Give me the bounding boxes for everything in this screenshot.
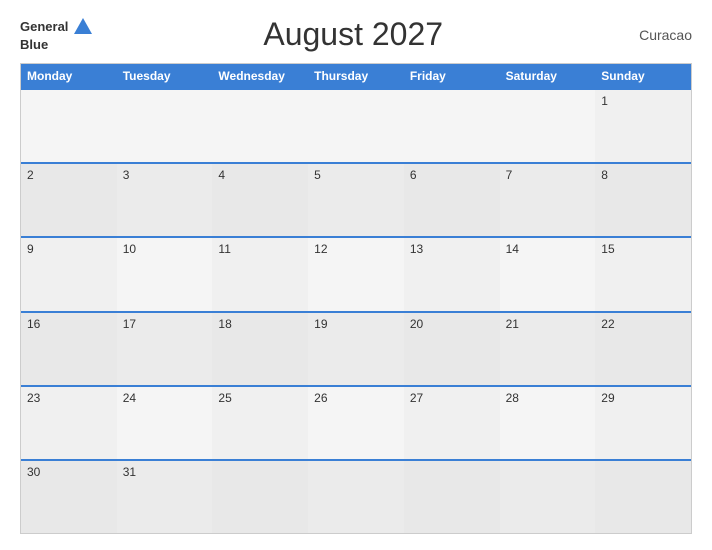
calendar-day-3-2: 10 — [117, 238, 213, 310]
calendar-day-6-3 — [212, 461, 308, 533]
calendar-day-4-3: 18 — [212, 313, 308, 385]
calendar-day-2-6: 7 — [500, 164, 596, 236]
calendar-day-5-7: 29 — [595, 387, 691, 459]
calendar-day-6-4 — [308, 461, 404, 533]
month-title: August 2027 — [94, 16, 612, 53]
calendar-day-1-5 — [404, 90, 500, 162]
header-sunday: Sunday — [595, 64, 691, 88]
calendar-day-2-5: 6 — [404, 164, 500, 236]
calendar-week-4: 16171819202122 — [21, 311, 691, 385]
logo: General B lue — [20, 16, 94, 52]
logo-general: General — [20, 20, 68, 34]
calendar-day-3-7: 15 — [595, 238, 691, 310]
calendar-day-5-5: 27 — [404, 387, 500, 459]
calendar-week-3: 9101112131415 — [21, 236, 691, 310]
calendar-day-5-3: 25 — [212, 387, 308, 459]
calendar-day-1-2 — [117, 90, 213, 162]
calendar-day-6-7 — [595, 461, 691, 533]
calendar-day-4-4: 19 — [308, 313, 404, 385]
calendar-day-6-5 — [404, 461, 500, 533]
header-tuesday: Tuesday — [117, 64, 213, 88]
calendar-day-2-2: 3 — [117, 164, 213, 236]
calendar-body: 1234567891011121314151617181920212223242… — [21, 88, 691, 533]
calendar-day-3-6: 14 — [500, 238, 596, 310]
calendar-day-3-5: 13 — [404, 238, 500, 310]
header-wednesday: Wednesday — [212, 64, 308, 88]
calendar-header: General B lue August 2027 Curacao — [20, 16, 692, 53]
calendar-day-4-6: 21 — [500, 313, 596, 385]
calendar-day-4-5: 20 — [404, 313, 500, 385]
calendar-day-1-4 — [308, 90, 404, 162]
calendar-day-2-4: 5 — [308, 164, 404, 236]
header-thursday: Thursday — [308, 64, 404, 88]
calendar-day-1-1 — [21, 90, 117, 162]
calendar-week-6: 3031 — [21, 459, 691, 533]
calendar-day-2-3: 4 — [212, 164, 308, 236]
calendar-week-1: 1 — [21, 88, 691, 162]
calendar-day-1-3 — [212, 90, 308, 162]
calendar: Monday Tuesday Wednesday Thursday Friday… — [20, 63, 692, 534]
calendar-day-6-6 — [500, 461, 596, 533]
header-monday: Monday — [21, 64, 117, 88]
logo-lue: lue — [29, 38, 48, 52]
calendar-day-6-2: 31 — [117, 461, 213, 533]
header-saturday: Saturday — [500, 64, 596, 88]
logo-icon — [72, 16, 94, 38]
logo-b: B — [20, 38, 29, 52]
calendar-day-5-2: 24 — [117, 387, 213, 459]
calendar-day-3-1: 9 — [21, 238, 117, 310]
calendar-day-3-4: 12 — [308, 238, 404, 310]
header-friday: Friday — [404, 64, 500, 88]
calendar-day-1-7: 1 — [595, 90, 691, 162]
calendar-day-3-3: 11 — [212, 238, 308, 310]
calendar-week-5: 23242526272829 — [21, 385, 691, 459]
calendar-days-header: Monday Tuesday Wednesday Thursday Friday… — [21, 64, 691, 88]
calendar-day-2-1: 2 — [21, 164, 117, 236]
calendar-day-1-6 — [500, 90, 596, 162]
calendar-day-5-1: 23 — [21, 387, 117, 459]
calendar-day-5-4: 26 — [308, 387, 404, 459]
calendar-day-5-6: 28 — [500, 387, 596, 459]
calendar-day-6-1: 30 — [21, 461, 117, 533]
calendar-day-4-7: 22 — [595, 313, 691, 385]
calendar-day-4-1: 16 — [21, 313, 117, 385]
calendar-day-4-2: 17 — [117, 313, 213, 385]
region-label: Curacao — [612, 27, 692, 43]
calendar-day-2-7: 8 — [595, 164, 691, 236]
calendar-week-2: 2345678 — [21, 162, 691, 236]
